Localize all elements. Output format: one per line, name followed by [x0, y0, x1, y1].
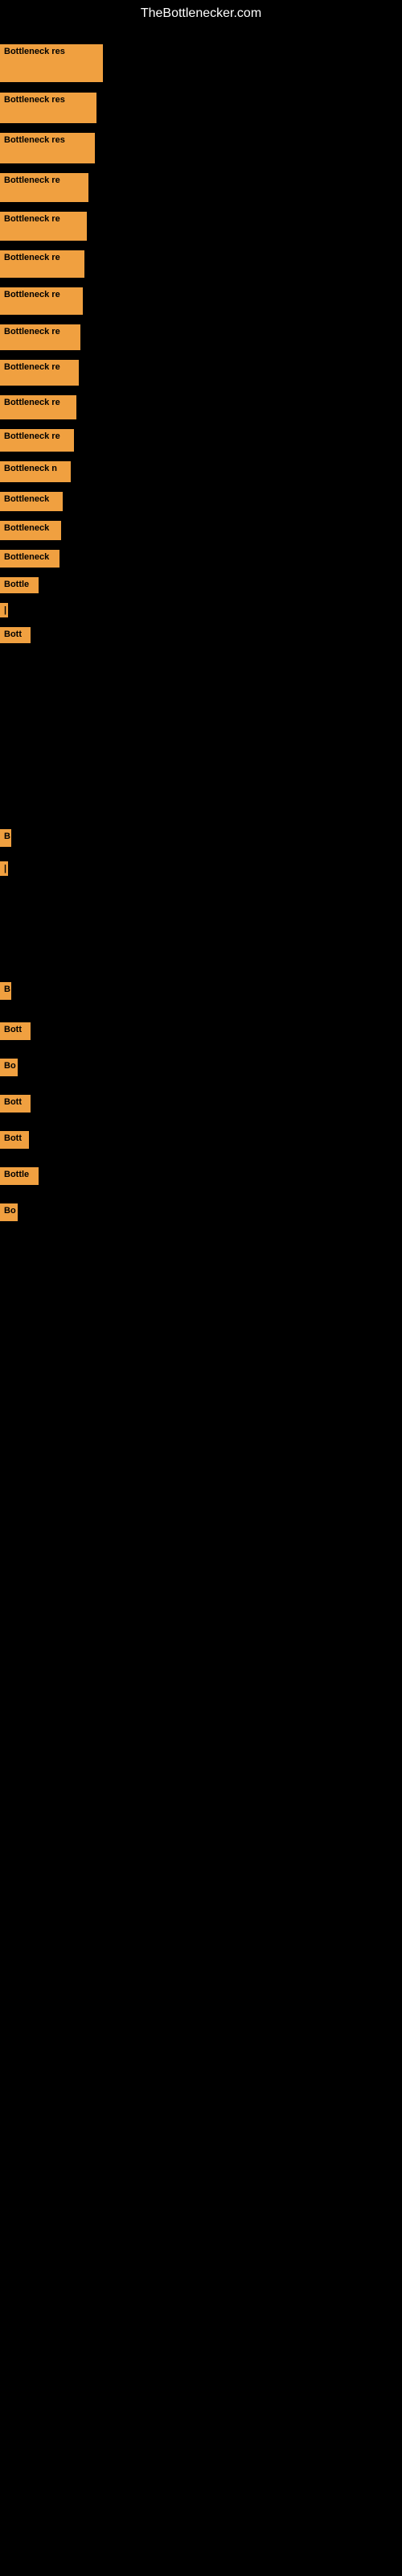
bottleneck-item[interactable]: Bottleneck re — [0, 395, 76, 419]
bottleneck-item[interactable]: Bottleneck res — [0, 133, 95, 163]
bottleneck-item[interactable]: | — [0, 603, 8, 617]
bottleneck-item[interactable]: Bottle — [0, 1167, 39, 1185]
bottleneck-item[interactable]: Bottleneck res — [0, 44, 103, 82]
bottleneck-item[interactable]: Bottleneck re — [0, 324, 80, 350]
bottleneck-item[interactable]: Bottleneck re — [0, 360, 79, 386]
bottleneck-item[interactable]: Bott — [0, 627, 31, 643]
bottleneck-item[interactable]: Bottleneck — [0, 550, 59, 568]
bottleneck-item[interactable]: Bottleneck re — [0, 250, 84, 278]
bottleneck-item[interactable]: Bottleneck — [0, 521, 61, 540]
bottleneck-item[interactable]: Bottleneck — [0, 492, 63, 511]
bottleneck-item[interactable]: | — [0, 861, 8, 876]
bottleneck-item[interactable]: B — [0, 829, 11, 847]
bottleneck-item[interactable]: Bottleneck n — [0, 461, 71, 482]
bottleneck-item[interactable]: Bott — [0, 1095, 31, 1113]
bottleneck-item[interactable]: Bottleneck res — [0, 93, 96, 123]
bottleneck-item[interactable]: Bottleneck re — [0, 287, 83, 315]
bottleneck-item[interactable]: B — [0, 982, 11, 1000]
bottleneck-item[interactable]: Bottle — [0, 577, 39, 593]
bottleneck-item[interactable]: Bottleneck re — [0, 173, 88, 202]
bottleneck-item[interactable]: Bott — [0, 1022, 31, 1040]
bottleneck-item[interactable]: Bo — [0, 1059, 18, 1076]
site-title: TheBottlenecker.com — [0, 0, 402, 27]
bottleneck-item[interactable]: Bottleneck re — [0, 212, 87, 241]
bottleneck-item[interactable]: Bo — [0, 1203, 18, 1221]
bottleneck-item[interactable]: Bott — [0, 1131, 29, 1149]
bottleneck-item[interactable]: Bottleneck re — [0, 429, 74, 452]
